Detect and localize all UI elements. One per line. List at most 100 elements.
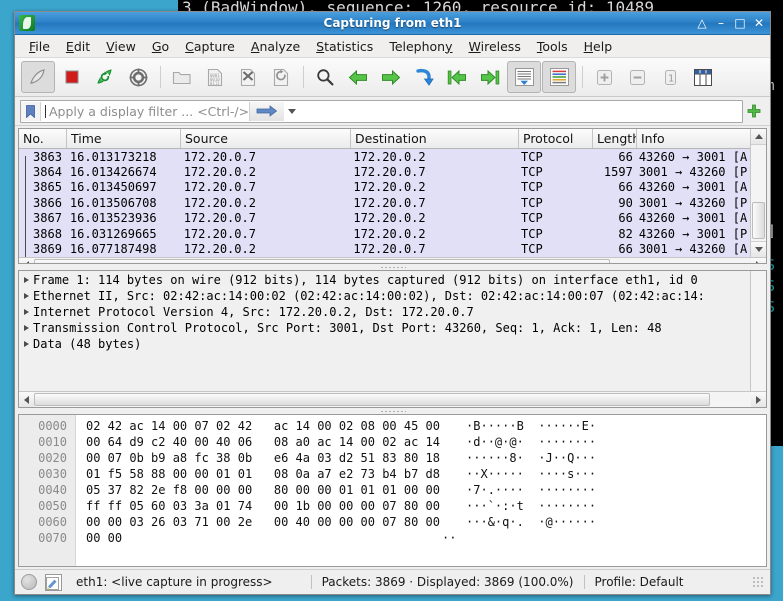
colorize-icon[interactable]: [542, 61, 576, 93]
table-row[interactable]: 3868 16.031269665 172.20.0.7 172.20.0.2 …: [19, 225, 750, 242]
column-header-length[interactable]: Length: [593, 129, 637, 148]
hex-bytes-column: 02 42 ac 14 00 07 02 42 ac 14 00 02 08 0…: [76, 415, 766, 566]
detail-row-data[interactable]: Data (48 bytes): [19, 336, 750, 352]
cell-destination: 172.20.0.2: [353, 211, 426, 226]
hex-line[interactable]: 05 37 82 2e f8 00 00 00 80 00 00 01 01 0…: [86, 482, 766, 498]
menu-capture[interactable]: Capture: [177, 37, 243, 56]
cell-protocol: TCP: [521, 242, 543, 257]
scroll-left-button[interactable]: [19, 392, 34, 407]
column-header-info[interactable]: Info: [637, 129, 750, 148]
menu-edit[interactable]: Edit: [58, 37, 98, 56]
hex-line[interactable]: 00 64 d9 c2 40 00 40 06 08 a0 ac 14 00 0…: [86, 434, 766, 450]
menu-view[interactable]: View: [98, 37, 144, 56]
profile-text[interactable]: Profile: Default: [595, 575, 684, 589]
close-button[interactable]: ✕: [753, 17, 765, 29]
scroll-up-button[interactable]: [751, 129, 766, 145]
scroll-track-h[interactable]: [34, 392, 751, 407]
scroll-right-button[interactable]: [751, 392, 766, 407]
detail-row-ethernet[interactable]: Ethernet II, Src: 02:42:ac:14:00:02 (02:…: [19, 288, 750, 304]
hex-offset-column: 0000 0010 0020 0030 0040 0050 0060 0070: [19, 415, 76, 566]
menu-tools[interactable]: Tools: [529, 37, 576, 56]
table-row[interactable]: 3864 16.013426674 172.20.0.2 172.20.0.7 …: [19, 164, 750, 180]
packet-detail-horizontal-scrollbar[interactable]: [19, 391, 766, 407]
resize-grip[interactable]: [752, 576, 764, 588]
menu-help[interactable]: Help: [576, 37, 621, 56]
expand-triangle-icon[interactable]: [19, 341, 33, 347]
find-packet-icon[interactable]: [309, 62, 341, 92]
shade-button[interactable]: △: [696, 17, 708, 29]
expand-triangle-icon[interactable]: [19, 309, 33, 315]
column-header-no[interactable]: No.: [19, 129, 67, 148]
column-header-destination[interactable]: Destination: [351, 129, 519, 148]
close-file-icon[interactable]: [232, 62, 264, 92]
column-header-source[interactable]: Source: [181, 129, 351, 148]
table-row[interactable]: 3867 16.013523936 172.20.0.7 172.20.0.2 …: [19, 210, 750, 226]
table-row[interactable]: 3865 16.013450697 172.20.0.7 172.20.0.2 …: [19, 179, 750, 196]
apply-filter-arrow-icon[interactable]: [249, 101, 285, 121]
go-back-icon[interactable]: [342, 62, 374, 92]
go-first-packet-icon[interactable]: [441, 62, 473, 92]
hex-line[interactable]: 01 f5 58 88 00 00 01 01 08 0a a7 e2 73 b…: [86, 466, 766, 482]
add-filter-button-icon[interactable]: [743, 101, 765, 122]
capture-comments-icon[interactable]: [45, 573, 62, 591]
detail-row-ipv4[interactable]: Internet Protocol Version 4, Src: 172.20…: [19, 304, 750, 320]
maximize-button[interactable]: □: [734, 17, 746, 29]
table-row[interactable]: 3866 16.013506708 172.20.0.2 172.20.0.7 …: [19, 195, 750, 211]
column-header-protocol[interactable]: Protocol: [519, 129, 593, 148]
reload-file-icon[interactable]: [265, 62, 297, 92]
display-filter-input[interactable]: Apply a display filter ... <Ctrl-/>: [20, 99, 743, 123]
start-capture-icon[interactable]: [21, 61, 55, 93]
packet-detail-vertical-scrollbar[interactable]: [750, 271, 766, 391]
go-last-packet-icon[interactable]: [474, 62, 506, 92]
save-file-icon[interactable]: 0001 0010 0111: [199, 62, 231, 92]
open-file-icon[interactable]: [166, 62, 198, 92]
hex-line[interactable]: 00 00 03 26 03 71 00 2e 00 40 00 00 00 0…: [86, 514, 766, 530]
table-row[interactable]: 3863 16.013173218 172.20.0.7 172.20.0.2 …: [19, 149, 750, 165]
cell-info: 43260 → 3001 [A: [638, 180, 748, 195]
packet-list-vertical-scrollbar[interactable]: [750, 129, 766, 257]
hex-line[interactable]: 00 00 ··: [86, 530, 766, 546]
packet-detail-tree[interactable]: Frame 1: 114 bytes on wire (912 bits), 1…: [19, 271, 750, 391]
menu-go[interactable]: Go: [144, 37, 177, 56]
go-to-packet-icon[interactable]: [408, 62, 440, 92]
hex-line[interactable]: ff ff 05 60 03 3a 01 74 00 1b 00 00 00 0…: [86, 498, 766, 514]
bookmark-icon[interactable]: [21, 101, 41, 121]
table-row[interactable]: 3869 16.077187498 172.20.0.2 172.20.0.7 …: [19, 241, 750, 257]
resize-columns-icon[interactable]: [687, 62, 719, 92]
minimize-button[interactable]: –: [715, 17, 727, 29]
zoom-out-icon[interactable]: [621, 62, 653, 92]
wireshark-app-icon: [19, 15, 35, 31]
expand-triangle-icon[interactable]: [19, 293, 33, 299]
expand-triangle-icon[interactable]: [19, 325, 33, 331]
expert-info-icon[interactable]: [21, 574, 37, 590]
packet-list-horizontal-scrollbar[interactable]: [19, 256, 766, 263]
main-toolbar: 0001 0010 0111 1: [15, 58, 770, 97]
scroll-thumb[interactable]: [752, 202, 765, 239]
scroll-thumb-h[interactable]: [34, 393, 710, 406]
stop-capture-icon[interactable]: [56, 62, 88, 92]
scroll-down-button[interactable]: [751, 240, 766, 257]
hex-dump[interactable]: 0000 0010 0020 0030 0040 0050 0060 0070 …: [19, 415, 766, 566]
hex-line[interactable]: 02 42 ac 14 00 07 02 42 ac 14 00 02 08 0…: [86, 418, 766, 434]
restart-capture-icon[interactable]: [89, 62, 121, 92]
menu-analyze[interactable]: Analyze: [243, 37, 308, 56]
menu-file[interactable]: File: [21, 37, 58, 56]
menu-telephony[interactable]: Telephony: [381, 37, 460, 56]
column-header-time[interactable]: Time: [67, 129, 181, 148]
expand-triangle-icon[interactable]: [19, 277, 33, 283]
capture-options-icon[interactable]: [122, 62, 154, 92]
menu-wireless[interactable]: Wireless: [461, 37, 529, 56]
go-forward-icon[interactable]: [375, 62, 407, 92]
chevron-down-icon[interactable]: [284, 102, 300, 121]
hex-line[interactable]: 00 07 0b b9 a8 fc 38 0b e6 4a 03 d2 51 8…: [86, 450, 766, 466]
title-bar[interactable]: Capturing from eth1 △ – □ ✕: [15, 12, 770, 35]
auto-scroll-icon[interactable]: [507, 61, 541, 93]
zoom-in-icon[interactable]: [588, 62, 620, 92]
zoom-reset-icon[interactable]: 1: [654, 62, 686, 92]
detail-row-tcp[interactable]: Transmission Control Protocol, Src Port:…: [19, 320, 750, 336]
menu-statistics[interactable]: Statistics: [308, 37, 381, 56]
detail-row-frame[interactable]: Frame 1: 114 bytes on wire (912 bits), 1…: [19, 272, 750, 288]
scroll-track[interactable]: [751, 271, 766, 391]
hex-bytes: 01 f5 58 88 00 00 01 01 08 0a a7 e2 73 b…: [86, 467, 441, 481]
scroll-track[interactable]: [751, 145, 766, 241]
